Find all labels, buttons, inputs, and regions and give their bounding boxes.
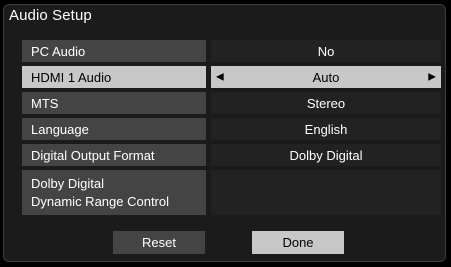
- menu-row-language[interactable]: Language English: [22, 118, 441, 140]
- row-label-line1: Dolby Digital: [31, 175, 104, 191]
- menu-row-hdmi1-audio[interactable]: HDMI 1 Audio ◀ Auto ▶: [22, 66, 441, 88]
- row-value: No: [211, 40, 441, 62]
- row-value: Stereo: [211, 92, 441, 114]
- row-value: Auto: [312, 69, 340, 85]
- row-label: PC Audio: [22, 40, 206, 62]
- arrow-left-icon[interactable]: ◀: [216, 72, 224, 83]
- done-button[interactable]: Done: [252, 231, 344, 254]
- menu-row-pc-audio[interactable]: PC Audio No: [22, 40, 441, 62]
- menu-row-mts[interactable]: MTS Stereo: [22, 92, 441, 114]
- row-value: [211, 170, 441, 215]
- arrow-right-icon[interactable]: ▶: [428, 72, 436, 83]
- menu-row-digital-output-format[interactable]: Digital Output Format Dolby Digital: [22, 144, 441, 166]
- reset-button[interactable]: Reset: [113, 231, 205, 254]
- row-value: English: [211, 118, 441, 140]
- row-label: Language: [22, 118, 206, 140]
- row-label: MTS: [22, 92, 206, 114]
- menu-title: Audio Setup: [9, 7, 92, 24]
- row-label: Dolby Digital Dynamic Range Control: [22, 170, 206, 215]
- row-label-line2: Dynamic Range Control: [31, 193, 170, 209]
- row-value: Dolby Digital: [211, 144, 441, 166]
- menu-row-dolby-drc[interactable]: Dolby Digital Dynamic Range Control: [22, 170, 441, 215]
- row-label: HDMI 1 Audio: [22, 66, 206, 88]
- row-label: Digital Output Format: [22, 144, 206, 166]
- row-value-selector[interactable]: ◀ Auto ▶: [211, 66, 441, 88]
